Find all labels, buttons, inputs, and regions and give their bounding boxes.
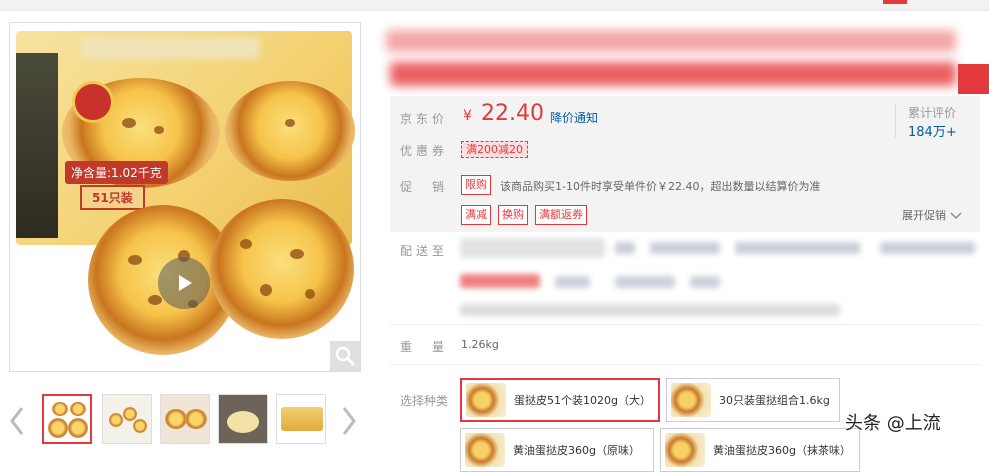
chevron-left-icon bbox=[10, 407, 24, 435]
quality-badge bbox=[72, 81, 114, 123]
variant-image bbox=[466, 383, 506, 417]
review-count-link[interactable]: 184万+ bbox=[908, 121, 957, 140]
coupon-label: 优惠券 bbox=[400, 144, 449, 158]
zoom-button[interactable] bbox=[330, 341, 360, 371]
thumbnail-5[interactable] bbox=[276, 394, 326, 444]
thumbnail-prev-button[interactable] bbox=[8, 404, 26, 438]
review-divider bbox=[895, 104, 896, 138]
price-notify-link[interactable]: 降价通知 bbox=[550, 109, 598, 126]
chevron-down-icon bbox=[950, 212, 961, 219]
variant-option-1[interactable]: 蛋挞皮51个装1020g（大） bbox=[460, 378, 660, 422]
promo-tag-discount[interactable]: 满减 bbox=[461, 205, 491, 225]
thumbnail-3[interactable] bbox=[160, 394, 210, 444]
variant-option-4[interactable]: 黄油蛋挞皮360g（抹茶味） bbox=[660, 428, 860, 472]
variant-label: 选择种类 bbox=[400, 394, 449, 408]
variant-text: 蛋挞皮51个装1020g（大） bbox=[514, 394, 651, 407]
package-title-blurred bbox=[80, 37, 260, 59]
net-content-label: 净含量:1.02千克 bbox=[65, 161, 168, 184]
top-bar-accent bbox=[883, 0, 907, 4]
price-value: 22.40 bbox=[481, 101, 544, 126]
review-label: 累计评价 bbox=[908, 106, 957, 120]
expand-promo-button[interactable]: 展开促销 bbox=[902, 207, 962, 223]
delivery-label: 配送至 bbox=[400, 244, 449, 258]
chevron-right-icon bbox=[342, 407, 356, 435]
variant-image bbox=[665, 433, 705, 467]
variant-text: 黄油蛋挞皮360g（抹茶味） bbox=[713, 444, 851, 457]
divider bbox=[390, 324, 980, 325]
expand-promo-label: 展开促销 bbox=[902, 209, 946, 222]
coupon-badge[interactable]: 满200减20 bbox=[461, 141, 528, 158]
play-video-button[interactable] bbox=[158, 257, 210, 309]
promo-text: 该商品购买1-10件时享受单件价￥22.40，超出数量以结算价为准 bbox=[500, 180, 821, 193]
promo-tag-limit[interactable]: 限购 bbox=[461, 175, 491, 195]
variant-text: 30只装蛋挞组合1.6kg bbox=[719, 394, 830, 407]
watermark: 头条 @上流 bbox=[845, 413, 941, 434]
promo-tag-coupon-return[interactable]: 满额返券 bbox=[535, 205, 587, 225]
magnifier-icon bbox=[335, 346, 355, 366]
play-icon bbox=[179, 275, 192, 291]
variant-option-2[interactable]: 30只装蛋挞组合1.6kg bbox=[666, 378, 840, 422]
weight-label: 重 量 bbox=[400, 340, 449, 354]
thumbnail-4[interactable] bbox=[218, 394, 268, 444]
variant-image bbox=[671, 383, 711, 417]
thumbnail-2[interactable] bbox=[102, 394, 152, 444]
product-main-image[interactable]: 净含量:1.02千克 51只装 bbox=[9, 22, 361, 372]
variant-image bbox=[465, 433, 505, 467]
egg-tart bbox=[225, 81, 355, 181]
product-subtitle-blurred bbox=[390, 62, 956, 86]
product-title-blurred bbox=[386, 30, 956, 52]
package-side bbox=[16, 53, 58, 238]
divider bbox=[390, 364, 980, 365]
weight-value: 1.26kg bbox=[461, 338, 499, 351]
top-bar bbox=[0, 0, 989, 11]
thumbnail-1[interactable] bbox=[42, 394, 92, 444]
currency-symbol: ¥ bbox=[463, 108, 472, 124]
thumbnail-next-button[interactable] bbox=[340, 404, 358, 438]
side-tag[interactable] bbox=[958, 64, 989, 94]
variant-option-3[interactable]: 黄油蛋挞皮360g（原味） bbox=[460, 428, 654, 472]
egg-tart bbox=[210, 199, 354, 339]
price-label: 京东价 bbox=[400, 112, 449, 126]
variant-text: 黄油蛋挞皮360g（原味） bbox=[513, 444, 640, 457]
promo-tag-exchange[interactable]: 换购 bbox=[498, 205, 528, 225]
promo-label: 促 销 bbox=[400, 180, 449, 194]
count-label: 51只装 bbox=[80, 185, 145, 210]
delivery-address-blurred[interactable] bbox=[460, 238, 605, 258]
